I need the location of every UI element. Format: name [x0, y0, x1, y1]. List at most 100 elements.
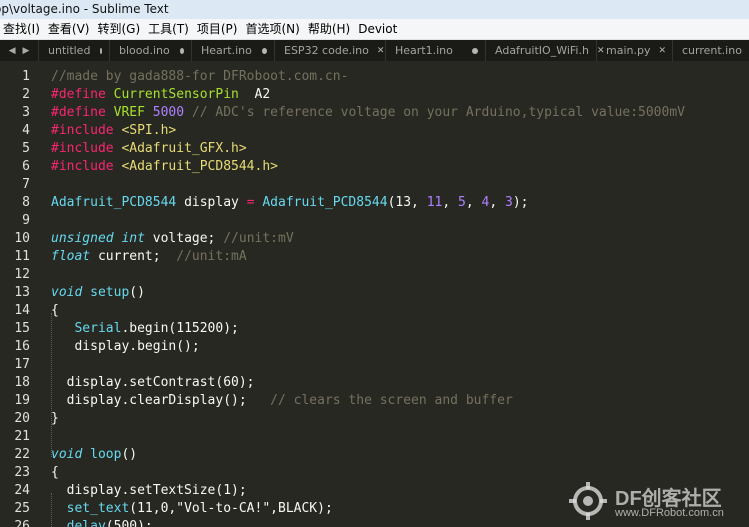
code-text: display.clearDisplay(); // clears the sc…	[66, 393, 513, 408]
line-number: 25	[14, 501, 30, 516]
tab-item[interactable]: main.py ✕	[596, 40, 672, 61]
watermark: DF创客社区 www.DFRobot.com.cn	[567, 476, 743, 524]
code-text: {	[51, 303, 59, 318]
code-text: #include <Adafruit_GFX.h>	[51, 141, 247, 156]
code-line[interactable]: 9	[0, 212, 749, 230]
menu-bar: 查找(I) 查看(V) 转到(G) 工具(T) 项目(P) 首选项(N) 帮助(…	[0, 19, 749, 40]
tab-item[interactable]: current.ino	[672, 40, 749, 61]
dfrobot-logo-icon	[569, 482, 607, 520]
code-text: }	[51, 411, 59, 426]
line-number: 3	[22, 105, 30, 120]
tab-item[interactable]: blood.ino	[109, 40, 191, 61]
line-number: 22	[14, 447, 30, 462]
line-number: 8	[22, 195, 30, 210]
code-line[interactable]: 7	[0, 176, 749, 194]
tab-item[interactable]: ESP32 code.ino ✕	[274, 40, 385, 61]
code-line[interactable]: 8 Adafruit_PCD8544 display = Adafruit_PCD…	[0, 194, 749, 212]
code-line[interactable]: 15 Serial.begin(115200);	[0, 320, 749, 338]
tab-label: Heart1.ino	[395, 44, 453, 57]
line-number: 6	[22, 159, 30, 174]
code-text: Adafruit_PCD8544 display = Adafruit_PCD8…	[51, 195, 529, 210]
code-line[interactable]: 18 display.setContrast(60);	[0, 374, 749, 392]
code-line[interactable]: 2 #define CurrentSensorPin A2	[0, 86, 749, 104]
indent-guide	[51, 313, 52, 457]
tab-label: AdafruitIO_WiFi.h	[495, 44, 589, 57]
code-line[interactable]: 14 {	[0, 302, 749, 320]
line-number: 26	[14, 519, 30, 527]
line-number: 15	[14, 321, 30, 336]
unsaved-dot-icon[interactable]	[472, 47, 478, 54]
line-number: 13	[14, 285, 30, 300]
tab-navigation: ◀ ▶	[0, 40, 38, 61]
code-line[interactable]: 5 #include <Adafruit_GFX.h>	[0, 140, 749, 158]
tab-label: main.py	[606, 44, 651, 57]
line-number: 18	[14, 375, 30, 390]
code-line[interactable]: 19 display.clearDisplay(); // clears the…	[0, 392, 749, 410]
tab-item[interactable]: untitled	[38, 40, 109, 61]
code-editor[interactable]: 1 //made by gada888-for DFRoboot.com.cn- 2…	[0, 61, 749, 527]
code-line[interactable]: 13 void setup()	[0, 284, 749, 302]
tab-prev-icon[interactable]: ◀	[9, 46, 16, 56]
tab-next-icon[interactable]: ▶	[23, 46, 30, 56]
menu-find[interactable]: 查找(I)	[0, 19, 44, 39]
tab-item[interactable]: Heart.ino	[191, 40, 274, 61]
code-line[interactable]: 1 //made by gada888-for DFRoboot.com.cn-	[0, 68, 749, 86]
tab-list: untitled blood.ino Heart.ino ESP32 code.ino…	[38, 40, 749, 61]
menu-view[interactable]: 查看(V)	[44, 19, 94, 39]
tab-item[interactable]: AdafruitIO_WiFi.h ✕	[485, 40, 604, 61]
code-text: unsigned int voltage; //unit:mV	[51, 231, 294, 246]
menu-goto[interactable]: 转到(G)	[93, 19, 144, 39]
menu-preferences[interactable]: 首选项(N)	[241, 19, 303, 39]
line-number: 17	[14, 357, 30, 372]
code-text: display.setContrast(60);	[66, 375, 255, 390]
line-number: 4	[22, 123, 30, 138]
line-number: 12	[14, 267, 30, 282]
close-tab-icon[interactable]: ✕	[658, 46, 666, 56]
code-line[interactable]: 4 #include <SPI.h>	[0, 122, 749, 140]
menu-project[interactable]: 项目(P)	[193, 19, 242, 39]
tab-bar: ◀ ▶ untitled blood.ino Heart.ino ESP32 code…	[0, 40, 749, 61]
line-number: 7	[22, 177, 30, 192]
code-text: //made by gada888-for DFRoboot.com.cn-	[51, 69, 349, 84]
window-title-bar: op\voltage.ino - Sublime Text	[0, 0, 749, 19]
window-title: op\voltage.ino - Sublime Text	[0, 2, 169, 16]
close-tab-icon[interactable]: ✕	[377, 46, 385, 56]
code-line[interactable]: 6 #include <Adafruit_PCD8544.h>	[0, 158, 749, 176]
line-number: 19	[14, 393, 30, 408]
line-number: 10	[14, 231, 30, 246]
code-text: #define CurrentSensorPin A2	[51, 87, 271, 102]
code-line[interactable]: 10 unsigned int voltage; //unit:mV	[0, 230, 749, 248]
unsaved-dot-icon[interactable]	[179, 47, 184, 54]
code-line[interactable]: 12	[0, 266, 749, 284]
code-line[interactable]: 16 display.begin();	[0, 338, 749, 356]
unsaved-dot-icon[interactable]	[100, 47, 102, 54]
line-number: 11	[14, 249, 30, 264]
code-text: void loop()	[51, 447, 138, 462]
code-text: delay(500);	[66, 519, 153, 527]
line-number: 16	[14, 339, 30, 354]
line-number: 5	[22, 141, 30, 156]
unsaved-dot-icon[interactable]	[261, 47, 267, 54]
tab-label: Heart.ino	[201, 44, 252, 57]
tab-item[interactable]: Heart1.ino	[385, 40, 485, 61]
code-line[interactable]: 11 float current; //unit:mA	[0, 248, 749, 266]
code-text: float current; //unit:mA	[51, 249, 247, 264]
line-number: 21	[14, 429, 30, 444]
code-text: #define VREF 5000 // ADC's reference vol…	[51, 105, 685, 120]
code-line[interactable]: 21	[0, 428, 749, 446]
line-number: 20	[14, 411, 30, 426]
watermark-url: www.DFRobot.com.cn	[615, 507, 724, 519]
indent-guide	[51, 493, 52, 527]
code-line[interactable]: 17	[0, 356, 749, 374]
menu-deviot[interactable]: Deviot	[354, 19, 401, 39]
code-text: display.setTextSize(1);	[66, 483, 247, 498]
menu-help[interactable]: 帮助(H)	[304, 19, 354, 39]
code-line[interactable]: 3 #define VREF 5000 // ADC's reference vo…	[0, 104, 749, 122]
code-line[interactable]: 22 void loop()	[0, 446, 749, 464]
code-text: set_text(11,0,"Vol-to-CA!",BLACK);	[66, 501, 333, 516]
menu-tools[interactable]: 工具(T)	[144, 19, 193, 39]
code-line[interactable]: 20}	[0, 410, 749, 428]
code-text: #include <Adafruit_PCD8544.h>	[51, 159, 278, 174]
code-text: Serial.begin(115200);	[74, 321, 239, 336]
tab-label: untitled	[48, 44, 91, 57]
